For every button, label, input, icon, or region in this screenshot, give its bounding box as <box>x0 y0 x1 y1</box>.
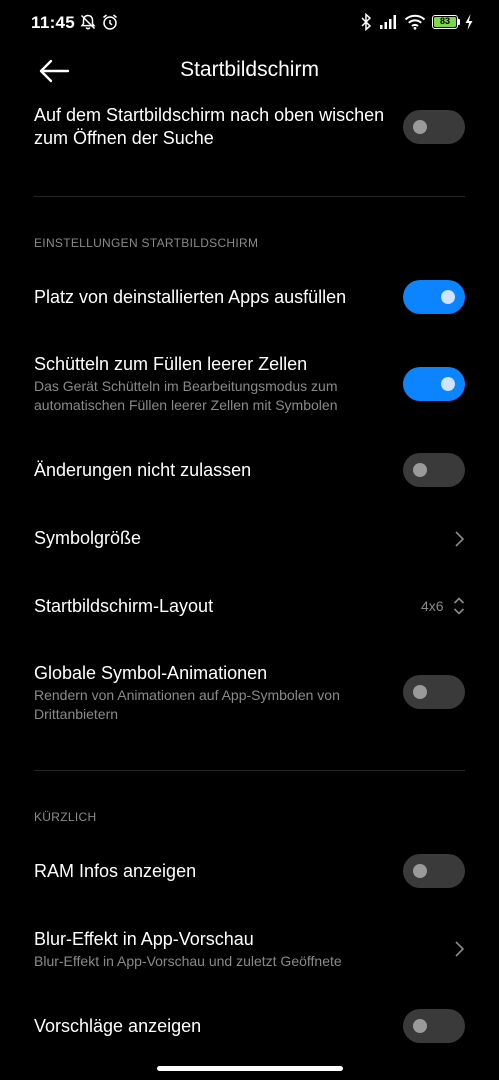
toggle-knob <box>413 685 427 699</box>
setting-title: Startbildschirm-Layout <box>34 596 214 616</box>
toggle-knob <box>413 120 427 134</box>
setting-subtitle: Das Gerät Schütteln im Bearbeitungsmodus… <box>34 378 338 413</box>
status-bar: 11:45 83 <box>0 0 499 44</box>
toggle-knob <box>413 864 427 878</box>
setting-title: Vorschläge anzeigen <box>34 1016 202 1036</box>
page-title: Startbildschirm <box>180 58 319 81</box>
toggle-knob <box>413 1019 427 1033</box>
setting-ram-info[interactable]: RAM Infos anzeigen <box>34 860 465 883</box>
section-header-recent: KÜRZLICH <box>34 810 97 824</box>
toggle-knob <box>413 463 427 477</box>
layout-value: 4x6 <box>421 598 444 614</box>
setting-title: Platz von deinstallierten Apps ausfüllen <box>34 287 347 307</box>
setting-suggestions[interactable]: Vorschläge anzeigen <box>34 1015 465 1038</box>
charging-bolt-icon <box>465 14 473 30</box>
divider <box>34 770 465 771</box>
bell-off-icon <box>80 14 96 30</box>
toggle-knob <box>441 377 455 391</box>
setting-shake-fill[interactable]: Schütteln zum Füllen leerer Zellen Das G… <box>34 353 465 415</box>
setting-swipe-search[interactable]: Auf dem Startbildschirm nach oben wische… <box>34 104 465 150</box>
divider <box>34 196 465 197</box>
battery-icon: 83 <box>432 15 458 29</box>
setting-title: Schütteln zum Füllen leerer Zellen <box>34 354 308 374</box>
setting-title: Blur-Effekt in App-Vorschau <box>34 929 254 949</box>
toggle-knob <box>441 290 455 304</box>
alarm-clock-icon <box>103 14 117 30</box>
setting-layout[interactable]: Startbildschirm-Layout <box>34 595 465 618</box>
setting-title: Globale Symbol-Animationen <box>34 663 268 683</box>
suggestions-toggle[interactable] <box>403 1009 465 1043</box>
app-header: Startbildschirm <box>0 44 499 100</box>
bluetooth-icon <box>361 13 372 31</box>
section-header-home-settings: EINSTELLUNGEN STARTBILDSCHIRM <box>34 236 259 250</box>
setting-subtitle: Blur-Effekt in App-Vorschau und zuletzt … <box>34 953 342 969</box>
cell-signal-icon <box>380 15 396 29</box>
global-animations-toggle[interactable] <box>403 675 465 709</box>
chevron-updown-icon[interactable] <box>452 595 466 617</box>
setting-blur-effect[interactable]: Blur-Effekt in App-Vorschau Blur-Effekt … <box>34 928 465 971</box>
swipe-search-toggle[interactable] <box>403 110 465 144</box>
battery-tip <box>458 19 460 25</box>
ram-info-toggle[interactable] <box>403 854 465 888</box>
battery-level: 83 <box>434 17 456 27</box>
home-indicator[interactable] <box>157 1066 343 1071</box>
shake-fill-toggle[interactable] <box>403 367 465 401</box>
chevron-right-icon <box>455 941 465 957</box>
fill-uninstalled-toggle[interactable] <box>403 280 465 314</box>
status-time: 11:45 <box>31 13 76 32</box>
setting-title: RAM Infos anzeigen <box>34 861 197 881</box>
setting-title: Auf dem Startbildschirm nach oben wische… <box>34 105 385 148</box>
setting-global-animations[interactable]: Globale Symbol-Animationen Rendern von A… <box>34 662 465 724</box>
chevron-right-icon <box>455 531 465 547</box>
setting-subtitle: Rendern von Animationen auf App-Symbolen… <box>34 687 340 722</box>
lock-changes-toggle[interactable] <box>403 453 465 487</box>
setting-fill-uninstalled[interactable]: Platz von deinstallierten Apps ausfüllen <box>34 286 465 309</box>
setting-lock-changes[interactable]: Änderungen nicht zulassen <box>34 459 465 482</box>
setting-title: Änderungen nicht zulassen <box>34 460 252 480</box>
wifi-icon <box>404 14 426 30</box>
setting-title: Symbolgröße <box>34 528 142 548</box>
setting-icon-size[interactable]: Symbolgröße <box>34 527 465 550</box>
